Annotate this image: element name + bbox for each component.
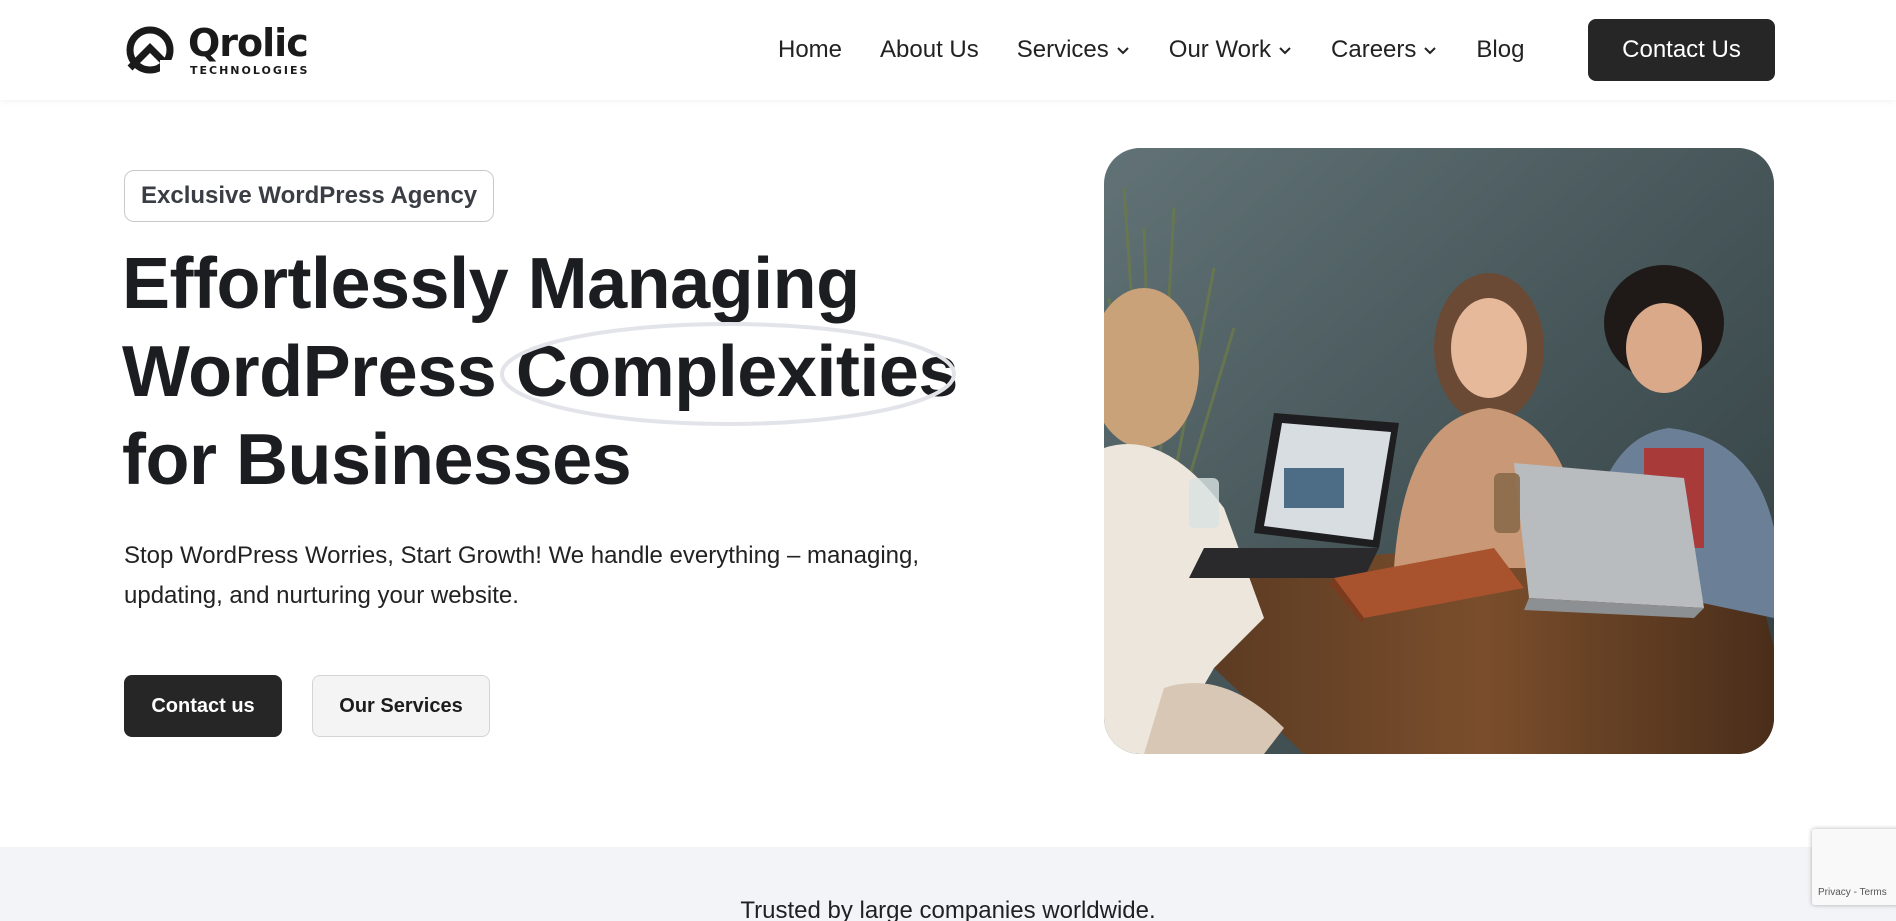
headline-line-2-prefix: WordPress: [122, 332, 516, 412]
recaptcha-separator: -: [1850, 887, 1860, 898]
nav-careers-label: Careers: [1331, 36, 1417, 63]
nav-our-work-label: Our Work: [1168, 36, 1272, 63]
recaptcha-links: Privacy - Terms: [1818, 887, 1887, 898]
chevron-down-icon: [1117, 47, 1129, 55]
chevron-down-icon: [1279, 47, 1291, 55]
headline-line-2: WordPress Complexities: [122, 322, 959, 426]
logo-name: Qrolic: [188, 21, 309, 65]
hero-subtext: Stop WordPress Worries, Start Growth! We…: [124, 536, 1024, 616]
recaptcha-terms-link[interactable]: Terms: [1860, 887, 1887, 898]
header-contact-button[interactable]: Contact Us: [1588, 19, 1775, 81]
hero-subtext-line-1: Stop WordPress Worries, Start Growth! We…: [124, 542, 920, 569]
hero-image: [1104, 148, 1774, 754]
logo-tagline: TECHNOLOGIES: [190, 64, 310, 77]
site-header: Qrolic TECHNOLOGIES Home About Us Servic…: [0, 0, 1896, 100]
our-services-button[interactable]: Our Services: [312, 675, 490, 737]
nav-home[interactable]: Home: [778, 36, 842, 64]
qrolic-logo[interactable]: Qrolic TECHNOLOGIES: [124, 24, 309, 76]
recaptcha-privacy-link[interactable]: Privacy: [1818, 887, 1851, 898]
chevron-down-icon: [1424, 47, 1437, 55]
team-meeting-photo-icon: [1104, 148, 1774, 754]
contact-us-button[interactable]: Contact us: [124, 675, 282, 737]
headline-line-3: for Businesses: [122, 420, 632, 500]
logo-mark-icon: [126, 26, 174, 74]
nav-our-work[interactable]: Our Work: [1169, 36, 1293, 64]
hero-badge: Exclusive WordPress Agency: [124, 170, 495, 222]
nav-careers[interactable]: Careers: [1331, 36, 1438, 64]
nav-blog[interactable]: Blog: [1476, 36, 1524, 64]
nav-blog-label: Blog: [1476, 36, 1525, 63]
hero-headline: Effortlessly Managing WordPress Complexi…: [122, 240, 958, 504]
nav-services[interactable]: Services: [1017, 36, 1131, 64]
recaptcha-badge[interactable]: Privacy - Terms: [1812, 829, 1896, 905]
trusted-text: Trusted by large companies worldwide.: [740, 897, 1156, 921]
headline-highlight-text: Complexities: [515, 332, 959, 412]
nav-about-us-label: About Us: [880, 36, 979, 63]
hero-subtext-line-2: updating, and nurturing your website.: [124, 582, 519, 609]
nav-services-label: Services: [1016, 36, 1109, 63]
headline-line-1: Effortlessly Managing: [122, 244, 860, 324]
nav-home-label: Home: [778, 36, 843, 63]
main-nav: Home About Us Services Our Work Careers …: [778, 0, 1562, 100]
trusted-section: Trusted by large companies worldwide.: [0, 847, 1896, 921]
headline-highlight: Complexities: [499, 322, 959, 426]
nav-about-us[interactable]: About Us: [880, 36, 979, 64]
